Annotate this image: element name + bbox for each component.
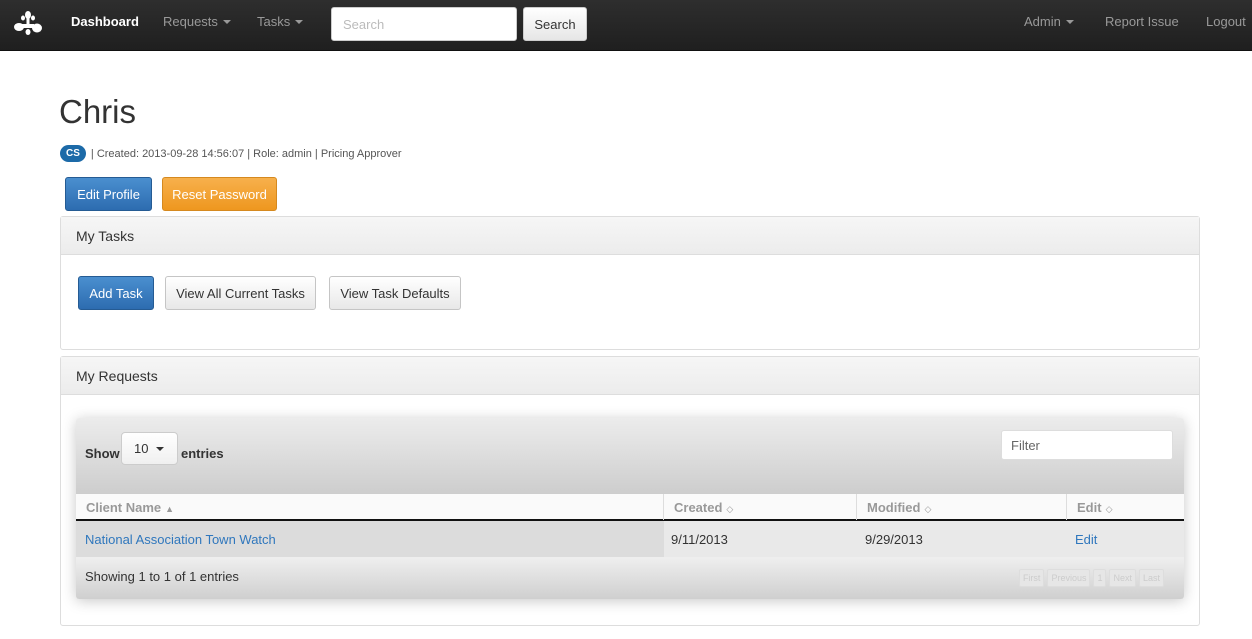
entries-label: entries (181, 446, 224, 461)
nav-tasks-dropdown[interactable]: Tasks (257, 14, 304, 29)
column-label: Modified (867, 500, 921, 515)
edit-row-link[interactable]: Edit (1075, 532, 1097, 547)
top-navbar: Dashboard Requests Tasks Search Admin Re… (0, 0, 1252, 51)
page-title: Chris (59, 93, 137, 130)
sort-both-icon: ◇ (924, 504, 932, 514)
cell-client-name: National Association Town Watch (76, 521, 664, 557)
pagination: First Previous 1 Next Last (1018, 569, 1164, 587)
column-header-client-name[interactable]: Client Name ▲ (76, 494, 664, 520)
column-label: Created (674, 500, 723, 515)
caret-down-icon (1065, 19, 1074, 24)
cell-modified: 9/29/2013 (865, 532, 923, 547)
add-task-button[interactable]: Add Task (78, 276, 154, 310)
page-first-button[interactable]: First (1018, 569, 1045, 587)
search-button[interactable]: Search (523, 7, 587, 41)
nav-logout[interactable]: Logout (1206, 14, 1246, 29)
sort-asc-icon: ▲ (165, 504, 175, 514)
nav-requests-label: Requests (163, 14, 218, 29)
cell-created: 9/11/2013 (671, 532, 728, 547)
requests-datatable: Show 10 entries Client Name▲ Created◇ Mo… (76, 418, 1184, 599)
nav-report-issue[interactable]: Report Issue (1105, 14, 1179, 29)
entries-length-select[interactable]: 10 (121, 432, 178, 465)
caret-down-icon (295, 19, 304, 24)
search-input[interactable] (331, 7, 517, 41)
nav-dashboard[interactable]: Dashboard (71, 14, 139, 29)
page-1-button[interactable]: 1 (1093, 569, 1107, 587)
page-last-button[interactable]: Last (1138, 569, 1164, 587)
edit-profile-button[interactable]: Edit Profile (65, 177, 152, 211)
caret-down-icon (222, 19, 231, 24)
view-all-current-tasks-button[interactable]: View All Current Tasks (165, 276, 316, 310)
table-info: Showing 1 to 1 of 1 entries (85, 569, 239, 584)
column-header-created[interactable]: Created ◇ (664, 494, 857, 520)
page-previous-button[interactable]: Previous (1047, 569, 1091, 587)
sort-both-icon: ◇ (1105, 504, 1113, 514)
nav-admin-label: Admin (1024, 14, 1061, 29)
my-tasks-heading: My Tasks (61, 217, 1199, 255)
show-label: Show (85, 446, 120, 461)
nav-dashboard-label: Dashboard (71, 14, 139, 29)
datatable-footer: Showing 1 to 1 of 1 entries First Previo… (76, 557, 1184, 599)
datatable-toolbar: Show 10 entries (76, 418, 1184, 494)
filter-input[interactable] (1001, 430, 1173, 460)
caret-down-icon (156, 446, 165, 451)
client-name-link[interactable]: National Association Town Watch (85, 532, 276, 547)
cell-edit: Edit (1067, 521, 1184, 557)
nav-requests-dropdown[interactable]: Requests (163, 14, 231, 29)
initials-badge: CS (60, 145, 86, 162)
column-header-modified[interactable]: Modified ◇ (857, 494, 1067, 520)
nav-tasks-label: Tasks (257, 14, 291, 29)
view-task-defaults-button[interactable]: View Task Defaults (329, 276, 461, 310)
nav-admin-dropdown[interactable]: Admin (1024, 14, 1074, 29)
column-label: Edit (1077, 500, 1102, 515)
column-label: Client Name (86, 500, 162, 515)
entries-length-value: 10 (134, 441, 149, 456)
my-requests-heading: My Requests (61, 357, 1199, 395)
profile-meta-text: | Created: 2013-09-28 14:56:07 | Role: a… (90, 147, 402, 160)
sort-both-icon: ◇ (726, 504, 734, 514)
profile-meta: CS | Created: 2013-09-28 14:56:07 | Role… (60, 145, 402, 162)
reset-password-button[interactable]: Reset Password (162, 177, 277, 211)
table-row: National Association Town Watch 9/11/201… (76, 521, 1184, 557)
column-header-edit[interactable]: Edit ◇ (1067, 494, 1184, 520)
page-next-button[interactable]: Next (1109, 569, 1136, 587)
flower-logo-icon[interactable] (12, 8, 44, 40)
table-header: Client Name ▲ Created ◇ Modified ◇ Edit ◇ (76, 494, 1184, 521)
